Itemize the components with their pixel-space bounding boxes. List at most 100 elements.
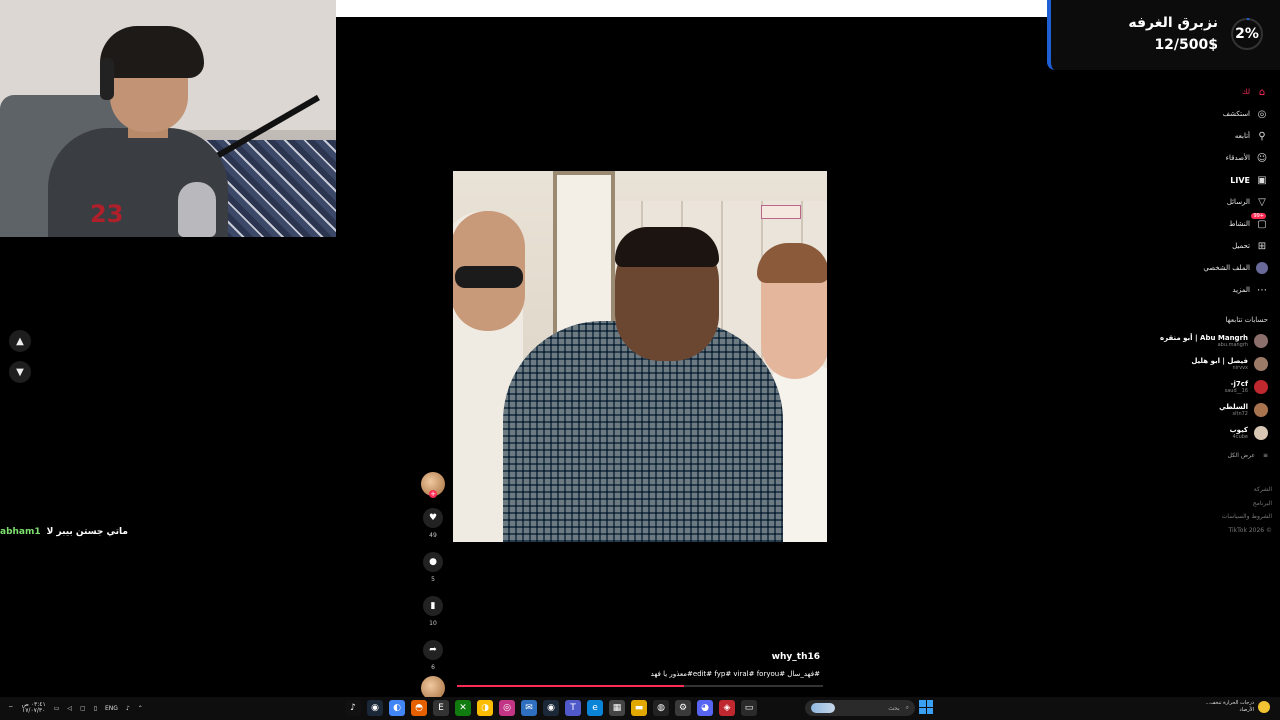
epic-games-icon[interactable]: E (433, 700, 449, 716)
sidebar-item-explore[interactable]: استكشف ◎ (1223, 107, 1268, 121)
steam-alt-icon[interactable]: ◉ (543, 700, 559, 716)
upload-icon: ⊞ (1257, 240, 1267, 252)
profile-icon (1256, 262, 1268, 274)
search-icon: ⌕ (905, 704, 909, 711)
account-handle: sltn72 (1232, 411, 1249, 417)
windows-taskbar: ⌔ ٠٣:٤١ ص ١٧/٠٧/٣٠ ▭ ◁ ▢ ▯ ENG ♪ ⌃ ♪ ◉ ◐… (0, 697, 1280, 720)
weather-text: درجات الحرارة تنخف... (1205, 700, 1254, 706)
chat-text: ماتي جستن بيبر لا (46, 527, 128, 537)
video-author[interactable]: why_th16 (700, 652, 820, 662)
comment-icon: ● (429, 557, 437, 567)
wifi-icon[interactable]: ⌔ (8, 704, 14, 712)
obs-icon[interactable]: ◍ (653, 700, 669, 716)
footer-copyright: TikTok 2026 © (1228, 526, 1273, 534)
account-name: فيصل | ابو هليل (1191, 357, 1248, 365)
sidebar-item-upload[interactable]: تحميل ⊞ (1232, 239, 1268, 253)
discord-icon[interactable]: ◕ (697, 700, 713, 716)
live-icon: ▣ (1257, 174, 1267, 186)
display-icon[interactable]: ▢ (80, 705, 86, 712)
microphone-icon[interactable]: ♪ (126, 705, 130, 712)
account-name: السلطي (1219, 403, 1248, 411)
list-icon: ≡ (1262, 452, 1268, 459)
windows-start-icon[interactable] (919, 700, 933, 714)
search-highlight-icon (811, 703, 835, 713)
mail-icon[interactable]: ✉ (521, 700, 537, 716)
sidebar-item-label: استكشف (1222, 110, 1250, 118)
firefox-icon[interactable]: ◓ (411, 700, 427, 716)
following-account[interactable]: كيوب 4cube (1230, 426, 1268, 440)
window-icon[interactable]: ▭ (741, 700, 757, 716)
footer-link-company[interactable]: الشركة (1222, 483, 1272, 497)
instagram-icon[interactable]: ◎ (499, 700, 515, 716)
account-name: j7cf- (1230, 380, 1248, 388)
chat-bubble-icon[interactable]: ▭ (54, 705, 60, 712)
tiktok-icon[interactable]: ♪ (345, 700, 361, 716)
search-placeholder: بحث (888, 704, 900, 712)
language-indicator[interactable]: ENG (105, 705, 118, 712)
comment-button[interactable]: ● (423, 552, 443, 572)
bookmark-icon: ▮ (430, 601, 436, 611)
teams-icon[interactable]: T (565, 700, 581, 716)
account-handle: 4cube (1232, 434, 1248, 440)
folder-icon[interactable]: ▬ (631, 700, 647, 716)
sidebar-item-messages[interactable]: الرسائل ▽ (1227, 195, 1268, 209)
following-account[interactable]: السلطي sltn72 (1219, 403, 1268, 417)
share-icon: ➦ (429, 645, 437, 655)
chevron-up-icon[interactable]: ⌃ (138, 705, 143, 712)
sidebar-item-label: الملف الشخصي (1203, 264, 1250, 272)
following-icon: ⚲ (1258, 130, 1266, 142)
video-player[interactable] (453, 171, 827, 542)
avatar (1254, 334, 1268, 348)
steam-icon[interactable]: ◉ (367, 700, 383, 716)
following-account[interactable]: j7cf-saud__16 (1225, 380, 1268, 394)
footer-link-program[interactable]: البرنامج (1222, 497, 1272, 511)
heart-icon: ♥ (428, 513, 438, 523)
app-icon[interactable]: ◈ (719, 700, 735, 716)
avatar (1254, 426, 1268, 440)
account-handle: nirvvx (1232, 365, 1249, 371)
show-all-link[interactable]: عرض الكل ≡ (1228, 452, 1268, 459)
avatar (1254, 380, 1268, 394)
video-progress-bar[interactable] (457, 685, 823, 687)
show-all-label: عرض الكل (1227, 452, 1255, 459)
sidebar-item-friends[interactable]: الأصدقاء ☺ (1226, 151, 1268, 165)
sidebar-item-for-you[interactable]: لك ⌂ (1242, 85, 1268, 99)
chat-message: abham1 ماتي جستن بيبر لا (0, 527, 128, 537)
sidebar-item-live[interactable]: LIVE ▣ (1230, 173, 1268, 187)
sidebar-item-more[interactable]: المزيد ⋯ (1232, 283, 1268, 297)
save-button[interactable]: ▮ (423, 596, 443, 616)
sidebar-item-label: النشاط (1228, 220, 1250, 228)
like-button[interactable]: ♥ (423, 508, 443, 528)
chrome-icon[interactable]: ◐ (389, 700, 405, 716)
chrome-alt-icon[interactable]: ◑ (477, 700, 493, 716)
follow-plus-icon[interactable]: + (429, 490, 437, 498)
chat-username: abham1 (0, 527, 41, 537)
next-video-button[interactable]: ▼ (9, 361, 31, 383)
following-account[interactable]: Abu Mangrh | أبو منقره abu.mangrh (1160, 334, 1268, 348)
author-avatar[interactable]: + (421, 472, 445, 498)
speaker-icon[interactable]: ◁ (67, 705, 72, 712)
clock[interactable]: ٠٣:٤١ ص ١٧/٠٧/٣٠ (22, 702, 46, 714)
account-handle: saud__16 (1224, 388, 1248, 394)
sidebar-item-label: الرسائل (1226, 198, 1250, 206)
edge-icon[interactable]: e (587, 700, 603, 716)
weather-widget[interactable]: درجات الحرارة تنخف... الأرصاد (1205, 700, 1270, 714)
like-count: 49 (429, 532, 437, 539)
sidebar-item-label: تحميل (1232, 242, 1250, 250)
store-icon[interactable]: ▦ (609, 700, 625, 716)
sidebar-item-following[interactable]: أتابعه ⚲ (1235, 129, 1268, 143)
footer-link-terms[interactable]: الشروط والسياسات (1222, 510, 1272, 524)
save-count: 10 (429, 620, 437, 627)
previous-video-button[interactable]: ▲ (9, 330, 31, 352)
share-button[interactable]: ➦ (423, 640, 443, 660)
xbox-icon[interactable]: ✕ (455, 700, 471, 716)
chevron-down-icon: ▼ (16, 366, 24, 378)
settings-icon[interactable]: ⚙ (675, 700, 691, 716)
sidebar-item-profile[interactable]: الملف الشخصي (1203, 261, 1268, 275)
following-account[interactable]: فيصل | ابو هليل nirvvx (1191, 357, 1268, 371)
search-box[interactable]: بحث ⌕ (805, 700, 915, 716)
battery-icon[interactable]: ▯ (94, 705, 97, 712)
more-icon: ⋯ (1257, 284, 1267, 296)
taskbar-apps: ♪ ◉ ◐ ◓ E ✕ ◑ ◎ ✉ ◉ T e ▦ ▬ ◍ ⚙ ◕ ◈ ▭ (345, 700, 757, 716)
sidebar-item-activity[interactable]: النشاط ▢ 99+ (1228, 213, 1268, 231)
